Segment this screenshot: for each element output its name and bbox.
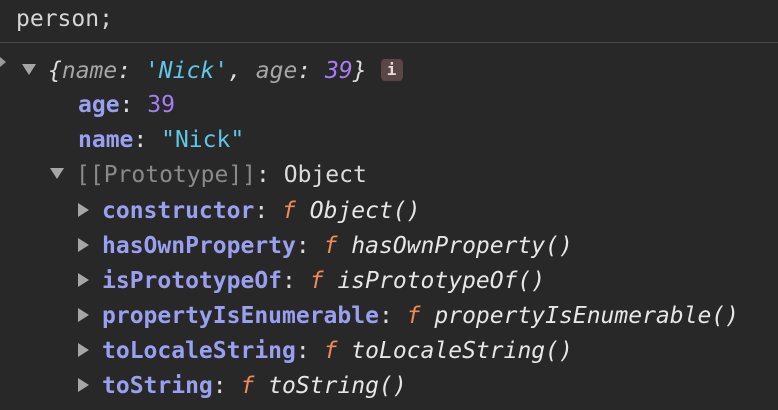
member-colon: : bbox=[212, 373, 241, 399]
expand-triangle-down-icon[interactable] bbox=[22, 64, 36, 75]
preview-open-brace: { bbox=[48, 58, 62, 84]
member-colon: : bbox=[282, 268, 310, 294]
member-value-text: toString() bbox=[268, 373, 407, 399]
function-keyword: f bbox=[323, 233, 338, 259]
prototype-member-row[interactable]: constructor: f Object() bbox=[78, 194, 421, 228]
member-value: toString() bbox=[254, 373, 406, 399]
prototype-member-row[interactable]: toString: f toString() bbox=[78, 369, 407, 403]
property-key: age bbox=[78, 92, 120, 118]
preview-age-key: age bbox=[255, 58, 298, 84]
member-key: isPrototypeOf bbox=[102, 268, 283, 294]
member-colon: : bbox=[295, 233, 324, 259]
function-keyword: f bbox=[309, 268, 324, 294]
console-input[interactable]: person; bbox=[16, 2, 113, 36]
prototype-member-row[interactable]: hasOwnProperty: f hasOwnProperty() bbox=[78, 229, 573, 263]
prototype-colon: : bbox=[256, 162, 284, 188]
info-icon[interactable]: i bbox=[380, 58, 403, 81]
member-colon: : bbox=[295, 338, 324, 364]
preview-colon: : bbox=[117, 58, 145, 84]
function-keyword: f bbox=[323, 338, 338, 364]
prototype-value: Object bbox=[283, 162, 367, 188]
member-value-text: hasOwnProperty() bbox=[351, 233, 573, 259]
expand-triangle-right-icon[interactable] bbox=[78, 307, 89, 322]
function-keyword: f bbox=[240, 373, 255, 399]
member-key: toString bbox=[102, 373, 213, 399]
preview-name-key: name bbox=[61, 58, 118, 84]
expand-triangle-down-icon[interactable] bbox=[50, 168, 64, 179]
member-colon: : bbox=[378, 303, 407, 329]
property-row[interactable]: name: "Nick" bbox=[78, 123, 244, 157]
member-value: Object() bbox=[296, 198, 421, 224]
console-divider bbox=[0, 42, 778, 43]
member-value: propertyIsEnumerable() bbox=[421, 303, 740, 329]
member-key: constructor bbox=[102, 198, 255, 224]
member-key: propertyIsEnumerable bbox=[102, 303, 379, 329]
prototype-member-row[interactable]: propertyIsEnumerable: f propertyIsEnumer… bbox=[78, 299, 739, 333]
member-value-text: isPrototypeOf() bbox=[337, 268, 546, 294]
member-colon: : bbox=[254, 198, 283, 224]
member-value-text: Object() bbox=[309, 198, 421, 224]
property-colon: : bbox=[133, 127, 162, 153]
property-row[interactable]: age: 39 bbox=[78, 88, 175, 122]
member-value: toLocaleString() bbox=[337, 338, 573, 364]
expand-triangle-right-icon[interactable] bbox=[78, 237, 89, 252]
object-preview-row[interactable]: {name: 'Nick', age: 39} i bbox=[22, 54, 403, 88]
property-value: "Nick" bbox=[161, 127, 245, 153]
prototype-key: [[Prototype]] bbox=[76, 162, 257, 188]
expand-triangle-right-icon[interactable] bbox=[78, 272, 89, 287]
function-keyword: f bbox=[406, 303, 421, 329]
member-key: hasOwnProperty bbox=[102, 233, 296, 259]
preview-comma: , bbox=[228, 58, 256, 84]
member-value-text: propertyIsEnumerable() bbox=[434, 303, 740, 329]
preview-close-brace: } bbox=[352, 58, 367, 84]
input-text: person; bbox=[16, 6, 113, 32]
member-value: isPrototypeOf() bbox=[324, 268, 546, 294]
member-value-text: toLocaleString() bbox=[351, 338, 573, 364]
expand-triangle-right-icon[interactable] bbox=[78, 342, 89, 357]
prototype-member-row[interactable]: isPrototypeOf: f isPrototypeOf() bbox=[78, 264, 545, 298]
preview-colon: : bbox=[297, 58, 325, 84]
property-colon: : bbox=[119, 92, 148, 118]
property-key: name bbox=[78, 127, 134, 153]
output-prompt-chevron-icon bbox=[0, 57, 6, 67]
preview-name-value: 'Nick' bbox=[144, 58, 229, 84]
expand-triangle-right-icon[interactable] bbox=[78, 377, 89, 392]
prototype-row[interactable]: [[Prototype]]: Object bbox=[50, 158, 367, 192]
member-key: toLocaleString bbox=[102, 338, 296, 364]
property-value: 39 bbox=[147, 92, 175, 118]
expand-triangle-right-icon[interactable] bbox=[78, 202, 89, 217]
function-keyword: f bbox=[282, 198, 296, 224]
prototype-member-row[interactable]: toLocaleString: f toLocaleString() bbox=[78, 334, 573, 368]
preview-age-value: 39 bbox=[325, 58, 353, 84]
member-value: hasOwnProperty() bbox=[337, 233, 573, 259]
